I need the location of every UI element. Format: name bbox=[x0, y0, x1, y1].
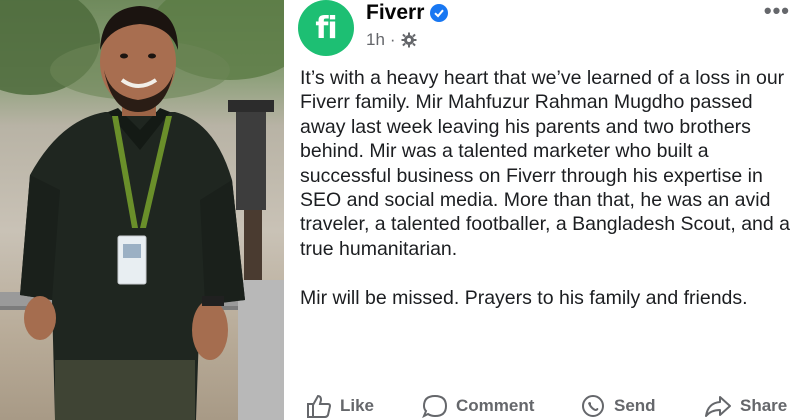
person-photo-illustration bbox=[0, 0, 284, 420]
meta-separator: · bbox=[389, 30, 396, 49]
send-label: Send bbox=[614, 396, 656, 415]
post-meta: 1h · bbox=[366, 30, 417, 50]
comment-label: Comment bbox=[456, 396, 535, 415]
avatar-logo-text: fi bbox=[315, 10, 337, 46]
post-photo[interactable] bbox=[0, 0, 284, 420]
post-body: It’s with a heavy heart that we’ve learn… bbox=[300, 66, 798, 334]
like-button[interactable]: Like bbox=[306, 392, 374, 420]
page-avatar[interactable]: fi bbox=[298, 0, 354, 56]
post-paragraph-2: Mir will be missed. Prayers to his famil… bbox=[300, 286, 748, 309]
facebook-post: fi Fiverr 1h · ••• It’s with a heavy hea… bbox=[284, 0, 800, 420]
like-icon bbox=[306, 394, 332, 418]
send-button[interactable]: Send bbox=[580, 392, 656, 420]
post-timestamp[interactable]: 1h bbox=[366, 30, 385, 50]
like-label: Like bbox=[340, 396, 375, 415]
share-label: Share bbox=[740, 396, 788, 415]
post-paragraph-1: It’s with a heavy heart that we’ve learn… bbox=[300, 67, 791, 260]
screenshot: fi Fiverr 1h · ••• It’s with a heavy hea… bbox=[0, 0, 800, 420]
more-options-icon[interactable]: ••• bbox=[764, 0, 790, 24]
comment-button[interactable]: Comment bbox=[422, 392, 534, 420]
share-icon bbox=[704, 394, 732, 418]
post-action-bar: Like Comment Send Share bbox=[284, 392, 800, 420]
gear-icon[interactable] bbox=[401, 32, 417, 48]
post-header-name-row: Fiverr bbox=[366, 0, 449, 26]
send-icon bbox=[580, 394, 606, 418]
verified-badge-icon bbox=[430, 4, 449, 22]
share-button[interactable]: Share bbox=[704, 392, 787, 420]
comment-icon bbox=[422, 394, 448, 418]
page-name[interactable]: Fiverr bbox=[366, 1, 424, 25]
